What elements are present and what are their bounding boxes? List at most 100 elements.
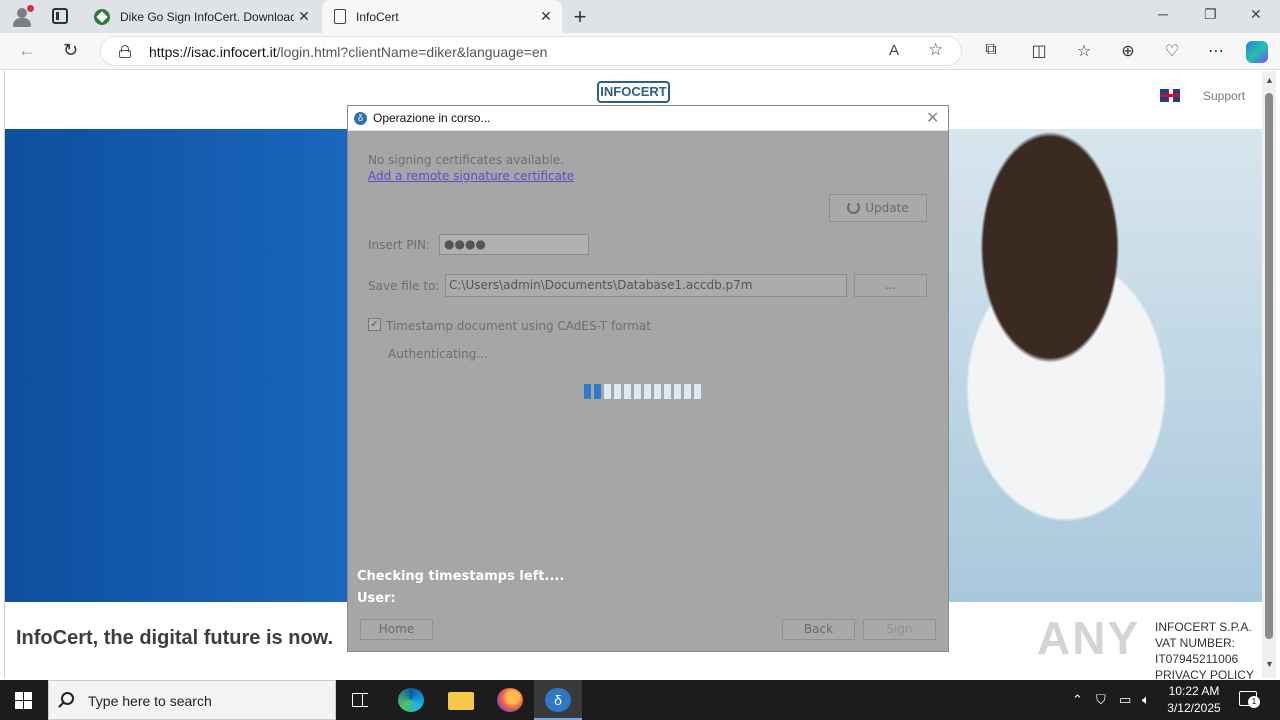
dialog-title: Operazione in corso... bbox=[373, 111, 491, 125]
page-scrollbar[interactable]: ▲ ▼ bbox=[1262, 71, 1276, 678]
search-icon bbox=[61, 692, 74, 705]
back-arrow-icon[interactable]: ← bbox=[18, 40, 36, 61]
support-link[interactable]: Support bbox=[1203, 89, 1245, 103]
scroll-thumb[interactable] bbox=[1265, 93, 1273, 639]
refresh-icon bbox=[847, 201, 861, 214]
taskbar-search[interactable]: Type here to search bbox=[48, 680, 336, 720]
security-icon[interactable]: ⛉ bbox=[1096, 692, 1106, 708]
notifications-icon[interactable]: 1 bbox=[1239, 691, 1260, 708]
progress-segment bbox=[604, 384, 611, 399]
tab-label: InfoCert bbox=[356, 9, 399, 24]
maximize-button[interactable]: ❐ bbox=[1204, 6, 1217, 23]
authenticating-status: Authenticating... bbox=[388, 347, 488, 361]
edge-icon[interactable] bbox=[398, 688, 424, 712]
file-explorer-icon[interactable] bbox=[448, 692, 474, 710]
close-window-button[interactable]: ✕ bbox=[1250, 6, 1262, 23]
favorites-icon[interactable]: ☆ bbox=[1073, 41, 1095, 61]
close-tab-icon[interactable]: ✕ bbox=[536, 8, 556, 25]
system-clock[interactable]: 10:22 AM 3/12/2025 bbox=[1160, 683, 1228, 717]
progress-segment bbox=[664, 384, 671, 399]
back-button[interactable]: Back bbox=[782, 619, 855, 640]
update-label: Update bbox=[865, 201, 909, 215]
progress-segment bbox=[634, 384, 641, 399]
task-view-icon[interactable] bbox=[348, 688, 374, 712]
dialog-body: No signing certificates available. Add a… bbox=[348, 131, 948, 651]
dike-favicon-icon bbox=[94, 8, 110, 25]
save-path-input[interactable]: C:\Users\admin\Documents\Database1.accdb… bbox=[445, 274, 847, 297]
browse-button[interactable]: ... bbox=[854, 274, 927, 297]
extensions-icon[interactable]: ⧉ bbox=[980, 41, 1002, 59]
minimize-button[interactable]: ─ bbox=[1158, 6, 1168, 22]
vat-number: VAT NUMBER: IT07945211006 bbox=[1155, 636, 1239, 666]
volume-icon[interactable]: 🔈︎ bbox=[1142, 692, 1150, 708]
uk-flag-icon[interactable] bbox=[1160, 89, 1180, 102]
profile-icon[interactable] bbox=[10, 5, 34, 27]
status-line-1: Checking timestamps left.... bbox=[357, 569, 565, 584]
status-line-2: User: bbox=[357, 591, 396, 606]
address-toolbar: ← ↻ https://isac.infocert.it/login.html?… bbox=[0, 33, 1280, 70]
browser-essentials-icon[interactable]: ♡ bbox=[1161, 41, 1183, 61]
signing-dialog: δ Operazione in corso... ✕ No signing ce… bbox=[347, 105, 949, 652]
collections-icon[interactable]: ⊕ bbox=[1117, 41, 1139, 61]
timestamp-checkbox[interactable]: ✓ bbox=[368, 318, 381, 331]
anyrun-watermark: ANY bbox=[1037, 612, 1141, 664]
firefox-icon[interactable] bbox=[497, 688, 523, 712]
read-aloud-icon[interactable]: A bbox=[889, 42, 899, 59]
split-screen-icon[interactable]: ◫ bbox=[1028, 41, 1050, 61]
update-button[interactable]: Update bbox=[829, 194, 927, 222]
more-menu-icon[interactable]: ⋯ bbox=[1205, 41, 1227, 61]
copilot-icon[interactable] bbox=[1246, 41, 1268, 63]
save-path-label: Save file to: bbox=[368, 279, 440, 293]
tab-actions-icon[interactable] bbox=[52, 8, 68, 24]
clock-date: 3/12/2025 bbox=[1167, 701, 1221, 715]
dialog-close-button[interactable]: ✕ bbox=[926, 108, 939, 128]
dialog-titlebar: δ Operazione in corso... ✕ bbox=[348, 106, 948, 131]
progress-segment bbox=[644, 384, 651, 399]
progress-segment bbox=[584, 384, 591, 399]
progress-segment bbox=[624, 384, 631, 399]
add-remote-certificate-link[interactable]: Add a remote signature certificate bbox=[368, 169, 574, 183]
scroll-up-icon[interactable]: ▲ bbox=[1265, 75, 1274, 85]
progress-segment bbox=[674, 384, 681, 399]
hero-photo bbox=[935, 129, 1263, 602]
refresh-icon[interactable]: ↻ bbox=[63, 40, 78, 61]
progress-segment bbox=[684, 384, 691, 399]
lock-icon[interactable] bbox=[119, 45, 131, 58]
dike-app-icon: δ bbox=[354, 112, 367, 125]
page-tagline: InfoCert, the digital future is now. bbox=[16, 627, 334, 649]
sign-button[interactable]: Sign bbox=[863, 619, 936, 640]
pin-input[interactable]: ●●●● bbox=[439, 234, 589, 255]
taskbar: Type here to search δ ⌃ ⛉ ▭ 🔈︎ 10:22 AM … bbox=[0, 680, 1280, 720]
infocert-logo[interactable]: INFOCERT bbox=[597, 81, 670, 103]
no-certificates-message: No signing certificates available. bbox=[368, 153, 564, 167]
tab-dike-download[interactable]: Dike Go Sign InfoCert. Download ✕ bbox=[84, 0, 320, 33]
close-tab-icon[interactable]: ✕ bbox=[294, 8, 314, 25]
network-icon[interactable]: ▭ bbox=[1119, 692, 1131, 708]
progress-bar bbox=[584, 384, 701, 399]
company-name: INFOCERT S.P.A. bbox=[1155, 620, 1252, 634]
progress-segment bbox=[614, 384, 621, 399]
search-placeholder: Type here to search bbox=[88, 693, 212, 709]
page-favicon-icon bbox=[334, 9, 346, 24]
progress-segment bbox=[694, 384, 701, 399]
windows-start-icon[interactable] bbox=[15, 692, 32, 709]
new-tab-button[interactable]: + bbox=[569, 4, 591, 30]
tab-bar: Dike Go Sign InfoCert. Download ✕ InfoCe… bbox=[0, 0, 1280, 33]
favorite-star-icon[interactable]: ☆ bbox=[928, 40, 943, 60]
scroll-down-icon[interactable]: ▼ bbox=[1265, 659, 1274, 669]
clock-time: 10:22 AM bbox=[1168, 684, 1220, 698]
timestamp-label: Timestamp document using CAdES-T format bbox=[386, 319, 651, 333]
url-domain: https://isac.infocert.it bbox=[149, 44, 277, 60]
url-path: /login.html?clientName=diker&language=en bbox=[276, 44, 548, 60]
pin-label: Insert PIN: bbox=[368, 238, 431, 252]
dike-taskbar-icon[interactable]: δ bbox=[545, 688, 571, 712]
progress-segment bbox=[594, 384, 601, 399]
chevron-up-icon[interactable]: ⌃ bbox=[1072, 692, 1083, 708]
url-field[interactable]: https://isac.infocert.it/login.html?clie… bbox=[100, 36, 962, 66]
notification-count: 1 bbox=[1248, 696, 1260, 708]
tab-label: Dike Go Sign InfoCert. Download bbox=[120, 9, 294, 24]
progress-segment bbox=[654, 384, 661, 399]
footer-info: INFOCERT S.P.A. VAT NUMBER: IT0794521100… bbox=[1155, 619, 1262, 683]
tab-infocert[interactable]: InfoCert ✕ bbox=[322, 0, 562, 33]
home-button[interactable]: Home bbox=[360, 619, 433, 640]
